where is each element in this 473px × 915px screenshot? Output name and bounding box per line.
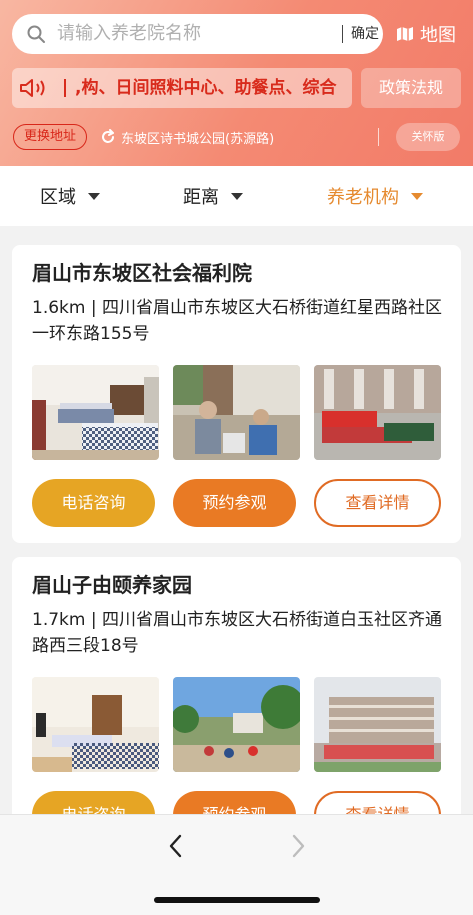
search-icon [27,25,45,43]
map-button[interactable]: 地图 [396,20,456,48]
dropdown-arrow-icon [411,192,423,200]
book-visit-button[interactable]: 预约参观 [173,479,296,527]
filter-label: 区域 [40,187,76,208]
refresh-icon [102,129,114,143]
facility-address: 1.7km | 四川省眉山市东坡区大石桥街道白玉社区齐通路西三段18号 [32,610,442,656]
back-icon[interactable] [166,833,186,859]
dropdown-arrow-icon [88,192,100,200]
search-confirm-button[interactable]: 确定 [351,24,379,44]
notice-text: ,构、日间照料中心、助餐点、综合 [75,78,337,98]
map-label: 地图 [420,25,456,46]
filter-distance[interactable]: 距离 [183,184,243,208]
notice-divider [64,79,66,97]
map-icon [397,27,413,41]
filter-bar: 区域 距离 养老机构 [0,166,473,226]
facility-name: 眉山子由颐养家园 [32,573,192,597]
search-bar[interactable]: 请输入养老院名称 确定 [12,14,383,54]
filter-region[interactable]: 区域 [40,184,100,208]
facility-card[interactable]: 眉山市东坡区社会福利院 1.6km | 四川省眉山市东坡区大石桥街道红星西路社区… [12,245,461,543]
care-mode-button[interactable]: 关怀版 [396,123,460,151]
facility-name: 眉山市东坡区社会福利院 [32,261,252,285]
filter-label: 距离 [183,187,219,208]
divider [378,128,379,146]
speaker-icon [20,79,45,97]
group-photo[interactable] [314,365,441,460]
activity-photo[interactable] [173,365,300,460]
notice-banner[interactable]: ,构、日间照料中心、助餐点、综合 [12,68,352,108]
courtyard-photo[interactable] [173,677,300,772]
current-location[interactable]: 东坡区诗书城公园(苏源路) [100,126,274,148]
facility-address: 1.6km | 四川省眉山市东坡区大石桥街道红星西路社区一环东路155号 [32,298,442,344]
browser-toolbar [0,814,473,915]
home-indicator [154,897,320,903]
location-text: 东坡区诗书城公园(苏源路) [121,131,275,147]
filter-label: 养老机构 [327,187,399,208]
bedroom-photo[interactable] [32,677,159,772]
view-details-button[interactable]: 查看详情 [314,479,441,527]
policy-button[interactable]: 政策法规 [361,68,461,108]
filter-facility-type[interactable]: 养老机构 [327,184,423,208]
phone-consult-button[interactable]: 电话咨询 [32,479,155,527]
header: 请输入养老院名称 确定 地图 ,构、日间照料中心、助餐点、综合 政策法规 更换地… [0,0,473,166]
facility-card[interactable]: 眉山子由颐养家园 1.7km | 四川省眉山市东坡区大石桥街道白玉社区齐通路西三… [12,557,461,839]
search-input[interactable]: 请输入养老院名称 [57,22,201,46]
search-divider [342,25,343,43]
dropdown-arrow-icon [231,192,243,200]
change-address-button[interactable]: 更换地址 [13,124,87,150]
forward-icon[interactable] [288,833,308,859]
bedroom-photo[interactable] [32,365,159,460]
building-photo[interactable] [314,677,441,772]
